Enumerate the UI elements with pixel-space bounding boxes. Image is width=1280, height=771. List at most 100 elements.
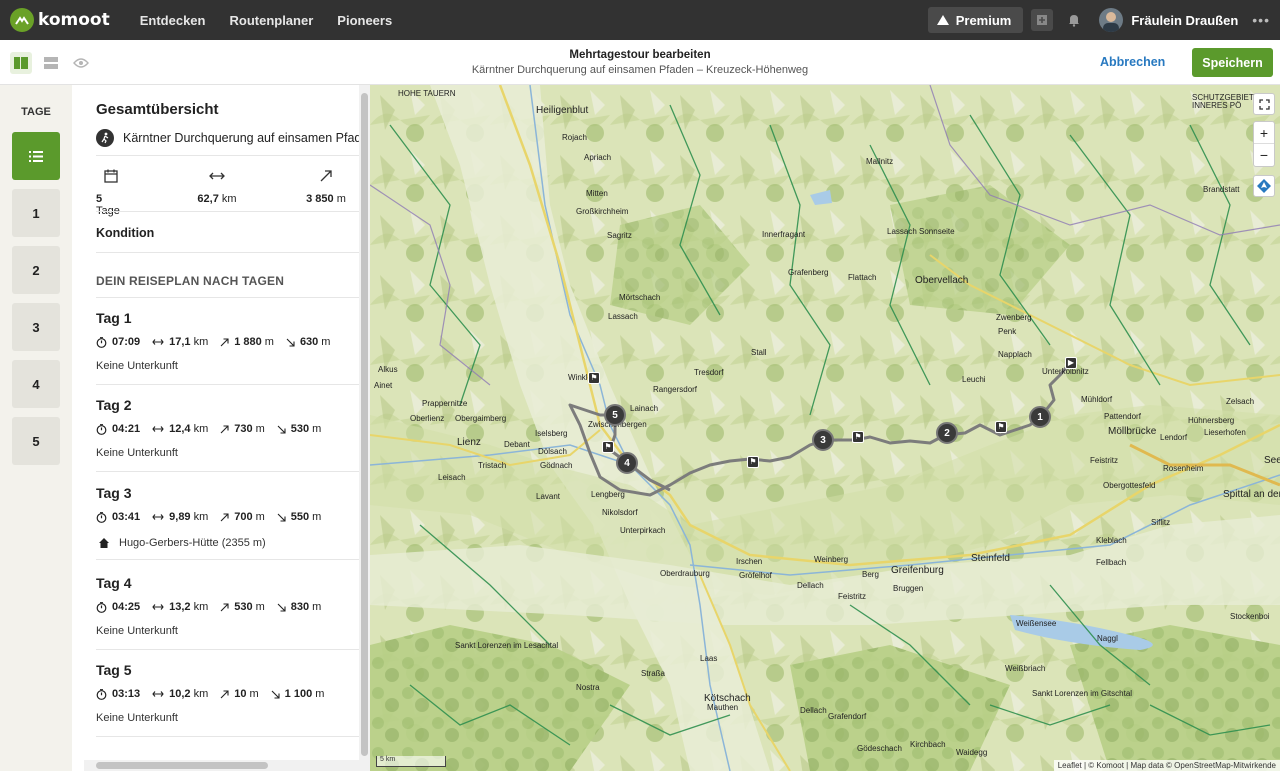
divider (96, 471, 359, 472)
elevation-unit: m (315, 688, 325, 700)
finish-flag-icon[interactable]: ⚑ (995, 421, 1007, 433)
map-place-label: Rojach (562, 133, 587, 142)
map-place-label: Leuchi (962, 375, 986, 384)
elevation-unit: m (255, 423, 265, 435)
distance-icon (152, 691, 164, 697)
calendar-icon (104, 169, 118, 183)
finish-flag-icon[interactable]: ⚑ (602, 441, 614, 453)
day-plan-item[interactable]: Tag 2 04:21 12,4 km 730 m 530 m Keine Unterkunft (96, 397, 359, 459)
locate-button[interactable] (1253, 175, 1275, 197)
ascent-icon (220, 424, 229, 433)
route-map[interactable]: HOHE TAUERN Heiligenblut SCHUTZGEBIET INNER… (370, 85, 1280, 771)
day-accommodation: Keine Unterkunft (96, 447, 359, 459)
day-ascent: 700 (234, 511, 253, 523)
accommodation-label: Hugo-Gerbers-Hütte (2355 m) (119, 537, 266, 549)
day-plan-item[interactable]: Tag 1 07:09 17,1 km 1 880 m 630 m Keine Unterkun… (96, 310, 359, 372)
day-descent: 830 (290, 601, 310, 613)
day-button-4[interactable]: 4 (12, 360, 60, 408)
stage-marker-5[interactable]: 5 (604, 404, 626, 426)
stage-marker-2[interactable]: 2 (936, 422, 958, 444)
day-distance: 9,89 (169, 511, 191, 523)
map-place-label: Möllbrücke (1108, 426, 1157, 437)
day-button-1[interactable]: 1 (12, 189, 60, 237)
nav-link-routenplaner[interactable]: Routenplaner (229, 13, 313, 28)
tour-name: Kärntner Durchquerung auf einsamen Pfade… (123, 131, 370, 145)
cancel-button[interactable]: Abbrechen (1100, 55, 1165, 69)
overview-day-button[interactable] (12, 132, 60, 180)
zoom-out-button[interactable]: − (1254, 144, 1274, 166)
day-plan-item[interactable]: Tag 4 04:25 13,2 km 530 m 830 m Keine Unterkunft (96, 575, 359, 637)
finish-flag-icon[interactable]: ⚑ (747, 456, 759, 468)
day-descent: 550 (290, 511, 310, 523)
map-place-label: Weißbriach (1005, 664, 1046, 673)
finish-flag-icon[interactable]: ⚑ (852, 431, 864, 443)
map-place-label: Lendorf (1160, 433, 1188, 442)
stat-distance: 62,7 km (196, 167, 238, 205)
map-place-label: Fellbach (1096, 558, 1127, 567)
ascent-icon (220, 602, 229, 611)
save-button[interactable]: Speichern (1192, 48, 1273, 77)
day-stats: 03:41 9,89 km 700 m 550 m (96, 511, 359, 523)
user-name[interactable]: Fräulein Draußen (1131, 13, 1238, 28)
map-place-label: Irschen (736, 557, 763, 566)
divider (96, 736, 359, 737)
komoot-logo[interactable]: komoot (10, 8, 110, 32)
map-place-label: Nostra (576, 683, 600, 692)
day-button-3[interactable]: 3 (12, 303, 60, 351)
map-place-label: Stockenboi (1230, 612, 1270, 621)
day-duration: 03:41 (112, 511, 141, 523)
map-place-label: Heiligenblut (536, 105, 589, 116)
map-place-label: Mauthen (707, 703, 739, 712)
map-place-label: Weinberg (814, 555, 849, 564)
day-title: Tag 4 (96, 575, 132, 591)
day-duration: 07:09 (112, 336, 141, 348)
user-avatar[interactable] (1099, 8, 1124, 32)
distance-icon (152, 339, 164, 345)
day-button-2[interactable]: 2 (12, 246, 60, 294)
more-menu-button[interactable]: ••• (1252, 12, 1270, 28)
map-place-label: Straßa (641, 669, 666, 678)
stage-marker-3[interactable]: 3 (812, 429, 834, 451)
elevation-unit: m (255, 511, 265, 523)
descent-icon (271, 690, 280, 699)
start-flag-icon[interactable]: ▶ (1065, 357, 1077, 369)
list-icon (29, 150, 43, 162)
days-sidebar: TAGE 1 2 3 4 5 (0, 85, 72, 771)
zoom-in-button[interactable]: + (1254, 122, 1274, 144)
day-button-5[interactable]: 5 (12, 417, 60, 465)
notifications-button[interactable] (1063, 9, 1085, 31)
premium-button[interactable]: Premium (927, 7, 1024, 33)
nav-link-pioneers[interactable]: Pioneers (337, 13, 392, 28)
map-attribution[interactable]: Leaflet | © Komoot | Map data © OpenStre… (1053, 760, 1280, 771)
descent-icon (286, 338, 295, 347)
stage-marker-4[interactable]: 4 (616, 452, 638, 474)
map-place-label: Lienz (457, 437, 481, 448)
map-place-label: Zelsach (1226, 397, 1255, 406)
plan-heading: DEIN REISEPLAN NACH TAGEN (96, 274, 285, 288)
panel-scrollbar-thumb[interactable] (361, 93, 368, 756)
distance-icon (152, 426, 164, 432)
day-ascent: 10 (234, 688, 247, 700)
fullscreen-button[interactable] (1253, 93, 1275, 115)
stage-marker-1[interactable]: 1 (1029, 406, 1051, 428)
map-place-label: Oberdrauburg (660, 569, 710, 578)
day-plan-item[interactable]: Tag 5 03:13 10,2 km 10 m 1 100 m Keine Unterkunf… (96, 662, 359, 724)
finish-flag-icon[interactable]: ⚑ (588, 372, 600, 384)
map-place-label: Innerfragant (762, 230, 806, 239)
map-place-label: Dölsach (538, 447, 567, 456)
map-place-label: Naggl (1097, 634, 1118, 643)
panel-horizontal-scrollbar-thumb[interactable] (96, 762, 268, 769)
nav-link-entdecken[interactable]: Entdecken (140, 13, 206, 28)
kondition-section[interactable]: Kondition (96, 226, 154, 240)
add-tour-button[interactable] (1031, 9, 1054, 31)
fullscreen-icon (1258, 98, 1270, 110)
overview-title: Gesamtübersicht (96, 101, 219, 118)
day-duration: 04:25 (112, 601, 141, 613)
brand-name: komoot (38, 10, 110, 30)
map-place-label: Gröfelhof (739, 571, 772, 580)
day-plan-item[interactable]: Tag 3 03:41 9,89 km 700 m 550 m Hugo-Gerbers-Hüt… (96, 485, 359, 549)
map-place-label: Kleblach (1096, 536, 1127, 545)
divider (96, 211, 359, 212)
map-place-label: Oberlienz (410, 414, 445, 423)
map-place-label: Grafenberg (788, 268, 829, 277)
